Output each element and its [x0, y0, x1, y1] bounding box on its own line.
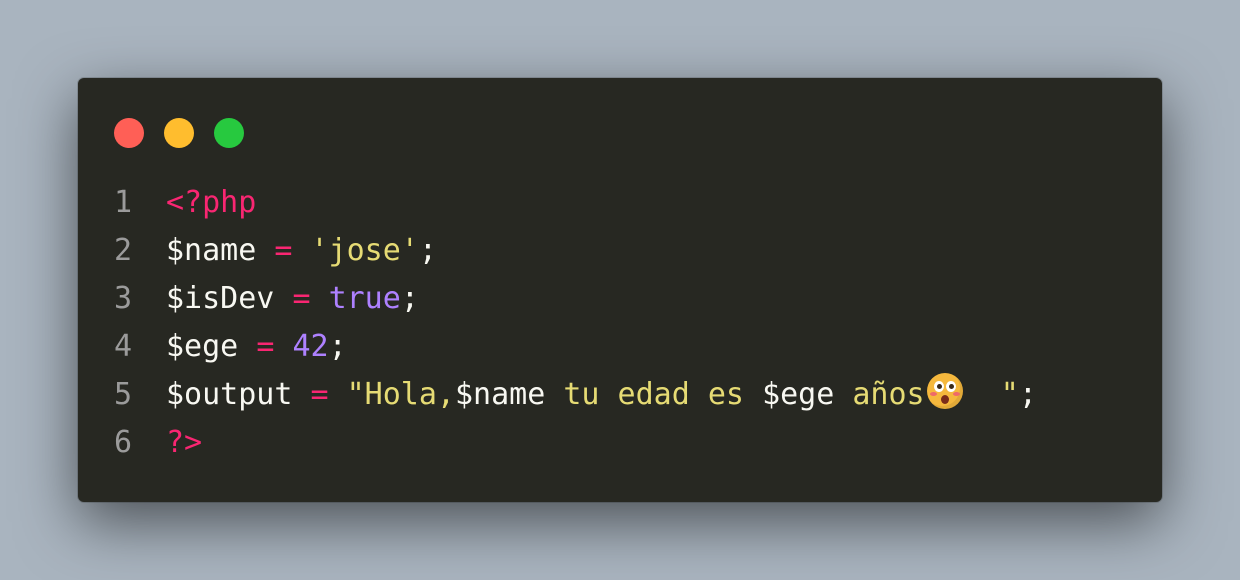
code-token-op: = [256, 329, 275, 364]
code-token-punc [274, 329, 292, 364]
code-token-punc [274, 281, 292, 316]
code-token-num: 42 [292, 329, 329, 364]
code-token-punc: ; [418, 233, 437, 268]
line-content: $ege = 42; [166, 323, 347, 371]
code-token-str: años [834, 377, 925, 412]
code-token-tag: <?php [166, 185, 257, 220]
code-token-tag: ?> [166, 425, 203, 460]
code-token-punc [256, 233, 274, 268]
code-token-punc [238, 329, 256, 364]
code-token-var: $name [166, 233, 257, 268]
close-window-button[interactable] [114, 118, 144, 148]
flushed-face-emoji [926, 373, 963, 409]
code-token-str: " [964, 377, 1019, 412]
code-line: 6 ?> [114, 419, 1037, 467]
code-token-punc: ; [400, 281, 419, 316]
code-line: 1 <?php [114, 179, 1037, 227]
line-number: 1 [114, 185, 133, 220]
code-token-punc [292, 233, 310, 268]
line-content: $output = "Hola,$name tu edad es $ege añ… [166, 371, 1037, 419]
line-number: 5 [114, 377, 133, 412]
line-content: $isDev = true; [166, 275, 419, 323]
code-line: 4 $ege = 42; [114, 323, 1037, 371]
code-token-punc: ; [328, 329, 347, 364]
code-token-var: $output [166, 377, 293, 412]
code-token-punc [329, 377, 347, 412]
code-token-punc: ; [1018, 377, 1037, 412]
code-token-op: = [310, 377, 329, 412]
code-token-str: tu edad es [545, 377, 763, 412]
code-window: 1 <?php 2 $name = 'jose'; 3 $isDev = true; 4 $e… [78, 78, 1162, 502]
code-token-op: = [274, 233, 293, 268]
code-token-interp: $ege [762, 377, 835, 412]
code-token-str: "Hola, [346, 377, 455, 412]
code-line: 3 $isDev = true; [114, 275, 1037, 323]
code-token-punc [311, 281, 329, 316]
line-number: 6 [114, 425, 133, 460]
code-token-var: $ege [166, 329, 239, 364]
code-block: 1 <?php 2 $name = 'jose'; 3 $isDev = true; 4 $e… [114, 179, 1037, 467]
line-content: $name = 'jose'; [166, 227, 437, 275]
code-token-str: 'jose' [310, 233, 419, 268]
line-content: ?> [166, 419, 202, 467]
line-number: 3 [114, 281, 133, 316]
code-token-op: = [292, 281, 311, 316]
line-content: <?php [166, 179, 256, 227]
window-controls [114, 118, 244, 148]
code-token-interp: $name [455, 377, 546, 412]
line-number: 2 [114, 233, 133, 268]
minimize-window-button[interactable] [164, 118, 194, 148]
code-line: 5 $output = "Hola,$name tu edad es $ege a… [114, 371, 1037, 419]
code-token-bool: true [328, 281, 401, 316]
code-token-var: $isDev [166, 281, 275, 316]
code-token-punc [292, 377, 310, 412]
maximize-window-button[interactable] [214, 118, 244, 148]
code-line: 2 $name = 'jose'; [114, 227, 1037, 275]
line-number: 4 [114, 329, 133, 364]
